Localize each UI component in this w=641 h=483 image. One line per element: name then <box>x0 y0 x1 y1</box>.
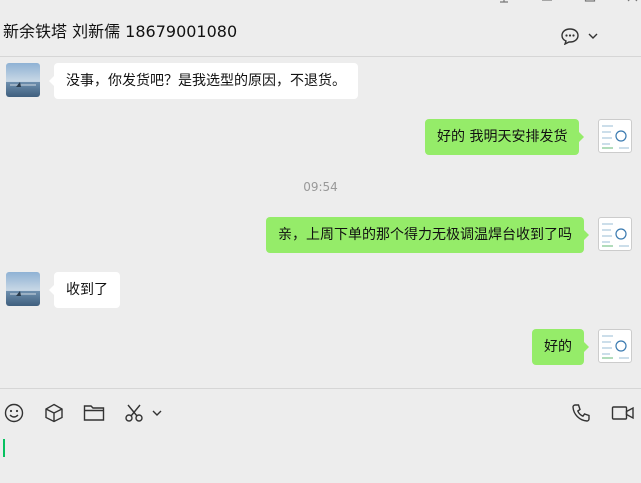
emoji-icon[interactable] <box>3 402 25 424</box>
chat-title: 新余铁塔 刘新儒 18679001080 <box>3 22 238 41</box>
message-bubble-sent[interactable]: 好的 我明天安排发货 <box>425 119 585 155</box>
maximize-icon[interactable] <box>580 0 600 8</box>
chat-header: 新余铁塔 刘新儒 18679001080 <box>0 0 641 57</box>
message-bubble-sent[interactable]: 亲，上周下单的那个得力无极调温焊台收到了吗 <box>266 217 589 253</box>
pin-icon[interactable] <box>494 0 514 8</box>
scissors-icon[interactable] <box>123 402 145 424</box>
cube-icon[interactable] <box>43 402 65 424</box>
message-bubble-sent[interactable]: 好的 <box>532 329 589 365</box>
message-timestamp: 09:54 <box>303 180 338 194</box>
message-bubble-received[interactable]: 没事，你发货吧？是我选型的原因，不退货。 <box>49 63 358 99</box>
self-avatar[interactable] <box>598 217 632 251</box>
minimize-icon[interactable] <box>537 0 557 8</box>
close-icon[interactable] <box>623 0 641 8</box>
contact-avatar[interactable] <box>6 272 40 306</box>
folder-icon[interactable] <box>83 402 105 424</box>
chat-bubble-icon[interactable] <box>559 26 581 46</box>
self-avatar[interactable] <box>598 119 632 153</box>
self-avatar[interactable] <box>598 329 632 363</box>
contact-avatar[interactable] <box>6 63 40 97</box>
chevron-down-icon[interactable] <box>587 26 599 46</box>
message-input[interactable] <box>0 430 641 483</box>
message-bubble-received[interactable]: 收到了 <box>49 272 120 308</box>
input-divider <box>0 388 641 389</box>
phone-icon[interactable] <box>570 402 592 424</box>
chevron-down-icon[interactable] <box>151 402 163 424</box>
video-icon[interactable] <box>610 402 636 424</box>
text-caret <box>3 439 5 457</box>
